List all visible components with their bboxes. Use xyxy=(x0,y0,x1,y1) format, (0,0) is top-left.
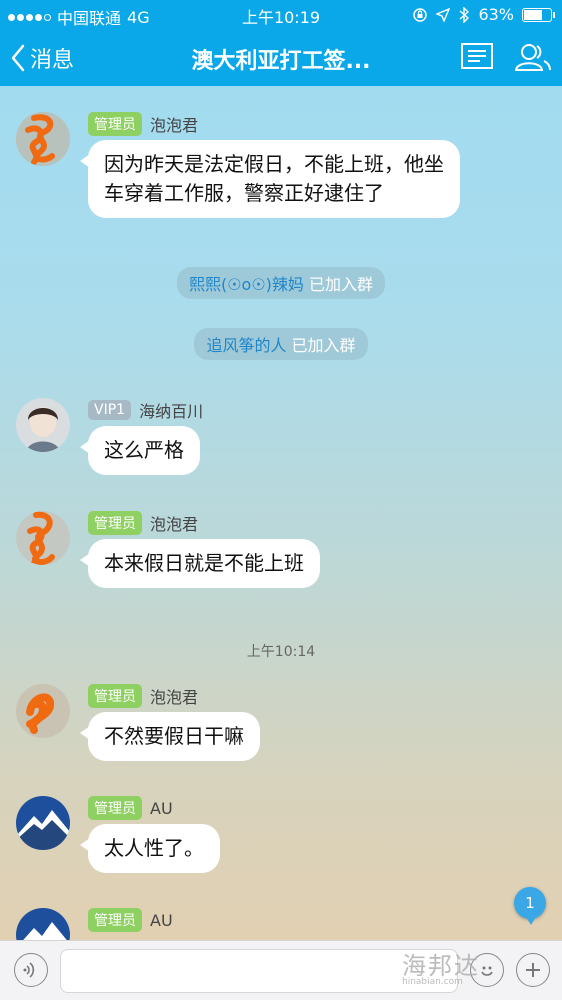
message-meta: 管理员 AU xyxy=(88,796,173,820)
sender-name[interactable]: 海纳百川 xyxy=(139,398,203,422)
role-badge: 管理员 xyxy=(88,112,142,136)
voice-button[interactable] xyxy=(14,953,48,987)
system-notice: 熙熙(☉o☉)辣妈 已加入群 xyxy=(0,267,562,299)
input-bar xyxy=(0,940,562,1000)
group-info-button[interactable] xyxy=(460,41,496,75)
join-action: 已加入群 xyxy=(291,336,356,355)
voice-icon xyxy=(23,962,35,978)
plus-icon xyxy=(526,963,540,977)
scribbled-avatar-icon xyxy=(16,511,70,565)
bluetooth-icon xyxy=(459,6,470,23)
battery-percent: 63% xyxy=(478,5,514,24)
avatar[interactable] xyxy=(16,796,70,850)
role-badge: 管理员 xyxy=(88,511,142,535)
join-notice: 熙熙(☉o☉)辣妈 已加入群 xyxy=(176,267,386,299)
sender-name[interactable]: AU xyxy=(150,911,173,930)
role-badge: 管理员 xyxy=(88,796,142,820)
avatar[interactable] xyxy=(16,511,70,565)
message-bubble[interactable]: 因为昨天是法定假日，不能上班，他坐车穿着工作服，警察正好逮住了 xyxy=(80,140,460,218)
join-action: 已加入群 xyxy=(309,275,374,294)
sender-name[interactable]: 泡泡君 xyxy=(150,112,198,136)
rotation-lock-icon xyxy=(413,7,428,22)
battery-icon xyxy=(522,7,555,22)
time-separator: 上午10:14 xyxy=(246,644,316,660)
joined-user-name[interactable]: 熙熙(☉o☉)辣妈 xyxy=(189,275,304,294)
message-bubble[interactable]: 太人性了。 xyxy=(80,824,220,873)
message-meta: 管理员 泡泡君 xyxy=(88,511,198,535)
back-label: 消息 xyxy=(30,48,75,73)
join-notice: 追风筝的人 已加入群 xyxy=(194,328,368,360)
role-badge: VIP1 xyxy=(88,400,132,420)
unread-count-badge[interactable]: 1 xyxy=(514,887,546,925)
avatar[interactable] xyxy=(16,684,70,738)
avatar[interactable] xyxy=(16,398,70,452)
group-info-icon xyxy=(461,43,493,69)
back-button[interactable]: 消息 xyxy=(10,42,74,74)
avatar[interactable] xyxy=(16,112,70,166)
message-meta: 管理员 泡泡君 xyxy=(88,684,198,708)
role-badge: 管理员 xyxy=(88,908,142,932)
user-photo-icon xyxy=(16,398,70,452)
emoji-icon xyxy=(481,966,493,976)
nav-bar: 消息 澳大利亚打工签... xyxy=(0,30,562,86)
message-meta: 管理员 泡泡君 xyxy=(88,112,198,136)
message-meta: VIP1 海纳百川 xyxy=(88,398,203,422)
add-button[interactable] xyxy=(516,953,550,987)
sender-name[interactable]: 泡泡君 xyxy=(150,511,198,535)
joined-user-name[interactable]: 追风筝的人 xyxy=(206,336,286,355)
message-input[interactable] xyxy=(60,949,458,993)
scribbled-avatar-icon xyxy=(16,684,70,738)
scribbled-avatar-icon xyxy=(16,112,70,166)
status-bar: 中国联通 4G 上午10:19 63% xyxy=(0,0,562,30)
chevron-left-icon xyxy=(11,44,25,72)
message-bubble[interactable]: 本来假日就是不能上班 xyxy=(80,539,320,588)
status-right: 63% xyxy=(412,5,555,24)
sender-name[interactable]: AU xyxy=(150,799,173,818)
sender-name[interactable]: 泡泡君 xyxy=(150,684,198,708)
members-button[interactable] xyxy=(514,41,551,75)
members-icon xyxy=(514,44,551,71)
mountain-avatar-icon xyxy=(16,796,70,850)
system-notice: 追风筝的人 已加入群 xyxy=(0,328,562,360)
message-bubble[interactable]: 这么严格 xyxy=(80,426,200,475)
emoji-button[interactable] xyxy=(470,953,504,987)
message-bubble[interactable]: 不然要假日干嘛 xyxy=(80,712,260,761)
message-meta: 管理员 AU xyxy=(88,908,173,932)
role-badge: 管理员 xyxy=(88,684,142,708)
location-icon xyxy=(436,7,451,22)
